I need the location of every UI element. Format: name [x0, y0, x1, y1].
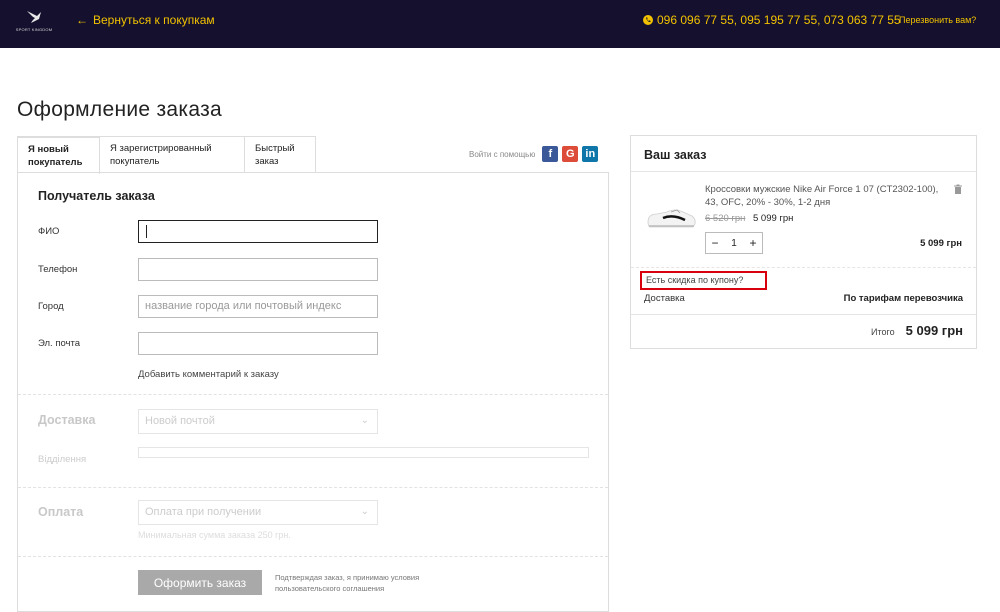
total-value: 5 099 грн [905, 323, 963, 338]
email-input[interactable] [138, 332, 378, 355]
order-summary-title: Ваш заказ [644, 148, 707, 162]
arrow-left-icon: ← [76, 13, 88, 27]
full-name-input[interactable] [138, 220, 378, 243]
section-divider [18, 556, 608, 557]
trash-icon[interactable] [952, 183, 964, 195]
city-input[interactable]: название города или почтовый индекс [138, 295, 378, 318]
divider [631, 171, 976, 172]
payment-method-select[interactable]: Оплата при получении ⌄ [138, 500, 378, 525]
line-total: 5 099 грн [920, 238, 962, 249]
terms-text: Подтверждая заказ, я принимаю условия [275, 573, 420, 582]
phone-numbers: 096 096 77 55, 095 195 77 55, 073 063 77… [643, 13, 901, 27]
old-price: 6 520 грн [705, 213, 746, 224]
facebook-icon[interactable]: f [542, 146, 559, 162]
quantity-stepper: − 1 + [705, 232, 763, 254]
terms-notice: Подтверждая заказ, я принимаю условия по… [275, 572, 465, 594]
product-image[interactable] [645, 200, 697, 232]
product-name-link[interactable]: Кроссовки мужские Nike Air Force 1 07 (C… [705, 183, 941, 209]
phone-input[interactable] [138, 258, 378, 281]
add-comment-link[interactable]: Добавить комментарий к заказу [138, 369, 279, 380]
tab-quick-order[interactable]: Быстрый заказ [244, 136, 316, 173]
logo-text: SPORT KINGDOM [15, 27, 53, 32]
page-title: Оформление заказа [17, 98, 222, 121]
phone-label: Телефон [38, 264, 78, 275]
order-summary: Ваш заказ Кроссовки мужские Nike Air For… [630, 135, 977, 349]
decrease-quantity-button[interactable]: − [706, 233, 724, 253]
full-name-label: ФИО [38, 226, 60, 237]
recipient-section-title: Получатель заказа [38, 189, 155, 203]
city-label: Город [38, 301, 64, 312]
minimum-order-note: Минимальная сумма заказа 250 грн. [138, 530, 291, 540]
terms-link[interactable]: пользовательского соглашения [275, 584, 384, 593]
callback-link[interactable]: Перезвонить вам? [899, 15, 976, 25]
shipping-value: По тарифам перевозчика [843, 293, 963, 304]
quantity-value[interactable]: 1 [724, 238, 744, 249]
tab-registered-customer[interactable]: Я зарегистрированный покупатель [99, 136, 245, 173]
checkout-form: Получатель заказа ФИО Телефон Город назв… [17, 172, 609, 612]
total-label: Итого [871, 327, 895, 337]
current-price: 5 099 грн [753, 213, 794, 224]
place-order-button[interactable]: Оформить заказ [138, 570, 262, 595]
section-divider [18, 394, 608, 395]
logo-emblem-icon [27, 11, 41, 23]
tab-new-customer[interactable]: Я новый покупатель [17, 136, 100, 174]
google-icon[interactable]: G [562, 146, 579, 162]
store-logo[interactable]: SPORT KINGDOM [15, 9, 53, 35]
payment-method-value: Оплата при получении [145, 506, 262, 518]
delivery-method-select[interactable]: Новой почтой ⌄ [138, 409, 378, 434]
top-bar: SPORT KINGDOM ← Вернуться к покупкам 096… [0, 0, 1000, 48]
section-divider [18, 487, 608, 488]
text-caret [146, 225, 147, 238]
delivery-method-value: Новой почтой [145, 415, 215, 427]
email-label: Эл. почта [38, 338, 81, 349]
divider [631, 314, 976, 315]
chevron-down-icon: ⌄ [360, 506, 369, 517]
increase-quantity-button[interactable]: + [744, 233, 762, 253]
chevron-down-icon: ⌄ [360, 415, 369, 426]
phone-icon [643, 15, 653, 25]
social-login: Войти с помощью f G in [469, 146, 599, 162]
payment-section-title: Оплата [38, 505, 84, 519]
divider [631, 267, 976, 268]
shipping-label: Доставка [644, 293, 685, 304]
branch-input[interactable] [138, 447, 589, 458]
customer-type-tabs: Я новый покупатель Я зарегистрированный … [17, 136, 316, 174]
linkedin-icon[interactable]: in [582, 146, 599, 162]
coupon-link[interactable]: Есть скидка по купону? [640, 271, 767, 290]
phone-numbers-text[interactable]: 096 096 77 55, 095 195 77 55, 073 063 77… [657, 13, 901, 27]
back-link-label: Вернуться к покупкам [93, 13, 215, 27]
social-login-label: Войти с помощью [469, 149, 536, 159]
delivery-section-title: Доставка [38, 413, 96, 427]
back-to-shopping-link[interactable]: ← Вернуться к покупкам [76, 13, 215, 27]
branch-label: Відділення [38, 454, 87, 465]
